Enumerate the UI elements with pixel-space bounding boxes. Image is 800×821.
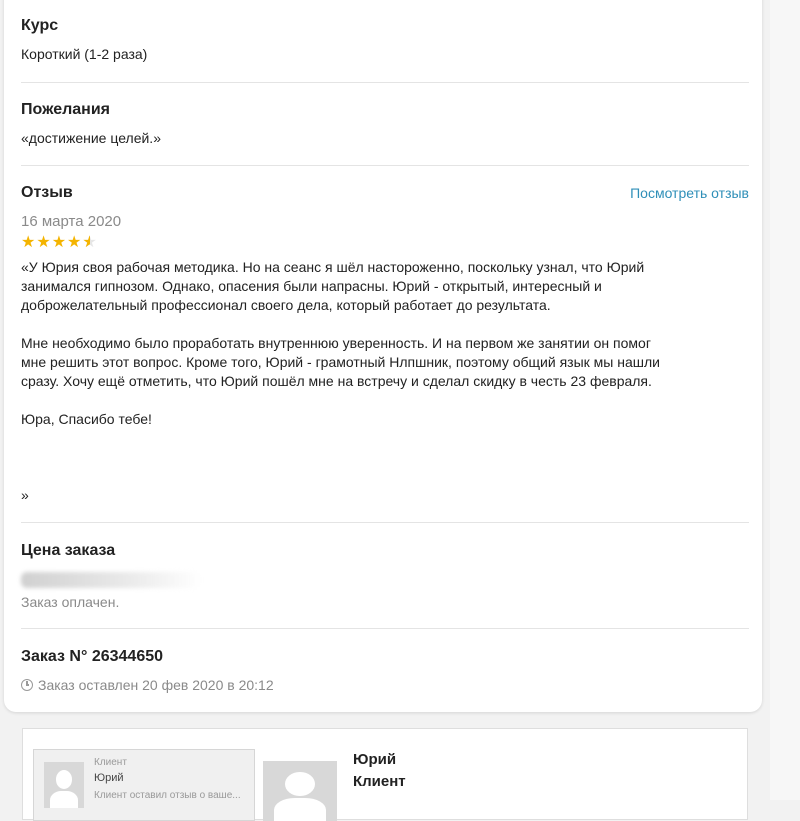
client-role: Клиент — [353, 773, 406, 790]
payment-status: Заказ оплачен. — [21, 594, 120, 610]
clock-icon — [21, 679, 33, 691]
review-text: «У Юрия своя рабочая методика. Но на сеа… — [21, 259, 660, 503]
star-icon: ★ — [36, 234, 51, 251]
divider — [21, 628, 749, 629]
wishes-value: «достижение целей.» — [21, 130, 161, 146]
divider — [21, 82, 749, 83]
order-section: Заказ N° 26344650 Заказ оставлен 20 фев … — [21, 648, 749, 698]
review-date: 16 марта 2020 — [21, 213, 122, 230]
divider — [21, 522, 749, 523]
review-section: Отзыв Посмотреть отзыв 16 марта 2020 ★ ★ ★… — [21, 184, 749, 514]
user-placeholder-icon — [263, 761, 337, 821]
wishes-section: Пожелания «достижение целей.» — [21, 101, 749, 151]
course-heading: Курс — [21, 17, 59, 34]
star-icon: ★ — [51, 234, 67, 251]
mini-role-label: Клиент — [94, 757, 127, 768]
client-card: Клиент Юрий Клиент оставил отзыв о ваше.… — [22, 728, 748, 821]
price-section: Цена заказа Заказ оплачен. — [21, 542, 749, 610]
order-number: Заказ N° 26344650 — [21, 648, 164, 665]
star-icon: ★ — [21, 234, 36, 251]
divider — [21, 165, 749, 166]
order-details-card: Курс Короткий (1-2 раза) Пожелания «дост… — [4, 0, 762, 712]
mini-client-name: Юрий — [94, 772, 124, 784]
wishes-heading: Пожелания — [21, 101, 110, 118]
right-side-panel — [770, 0, 800, 800]
mini-review-note: Клиент оставил отзыв о ваше... — [94, 790, 241, 801]
client-name: Юрий — [353, 751, 397, 768]
price-value-redacted — [21, 572, 201, 588]
star-icon: ★ ★ — [82, 234, 97, 251]
order-placed-date: Заказ оставлен 20 фев 2020 в 20:12 — [38, 677, 274, 693]
course-section: Курс Короткий (1-2 раза) — [21, 17, 749, 67]
view-review-link[interactable]: Посмотреть отзыв — [630, 185, 749, 201]
price-heading: Цена заказа — [21, 542, 116, 559]
review-heading: Отзыв — [21, 184, 73, 201]
course-value: Короткий (1-2 раза) — [21, 46, 148, 62]
star-icon: ★ — [67, 234, 82, 251]
client-preview-card[interactable]: Клиент Юрий Клиент оставил отзыв о ваше.… — [33, 749, 255, 821]
user-placeholder-icon — [44, 762, 84, 808]
